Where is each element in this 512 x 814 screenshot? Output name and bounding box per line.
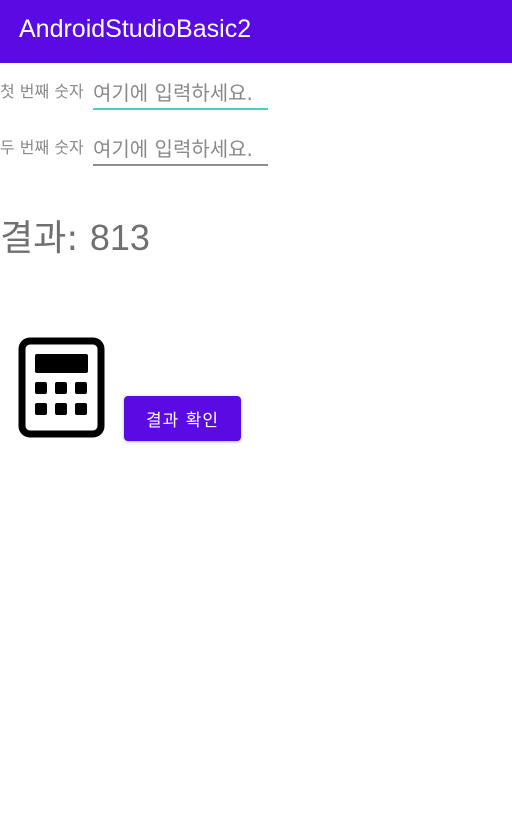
app-bar: AndroidStudioBasic2 (0, 0, 512, 63)
second-number-input[interactable] (93, 134, 268, 166)
result-value: 813 (89, 217, 150, 258)
calculator-icon[interactable] (18, 337, 105, 438)
result-text: 결과: 813 (0, 212, 150, 265)
first-number-input[interactable] (93, 78, 268, 110)
second-number-label: 두 번째 숫자 (0, 138, 84, 157)
app-title: AndroidStudioBasic2 (19, 15, 252, 43)
confirm-result-button[interactable]: 결과 확인 (124, 396, 241, 441)
result-label: 결과: (0, 218, 79, 259)
first-number-label: 첫 번째 숫자 (0, 82, 84, 101)
